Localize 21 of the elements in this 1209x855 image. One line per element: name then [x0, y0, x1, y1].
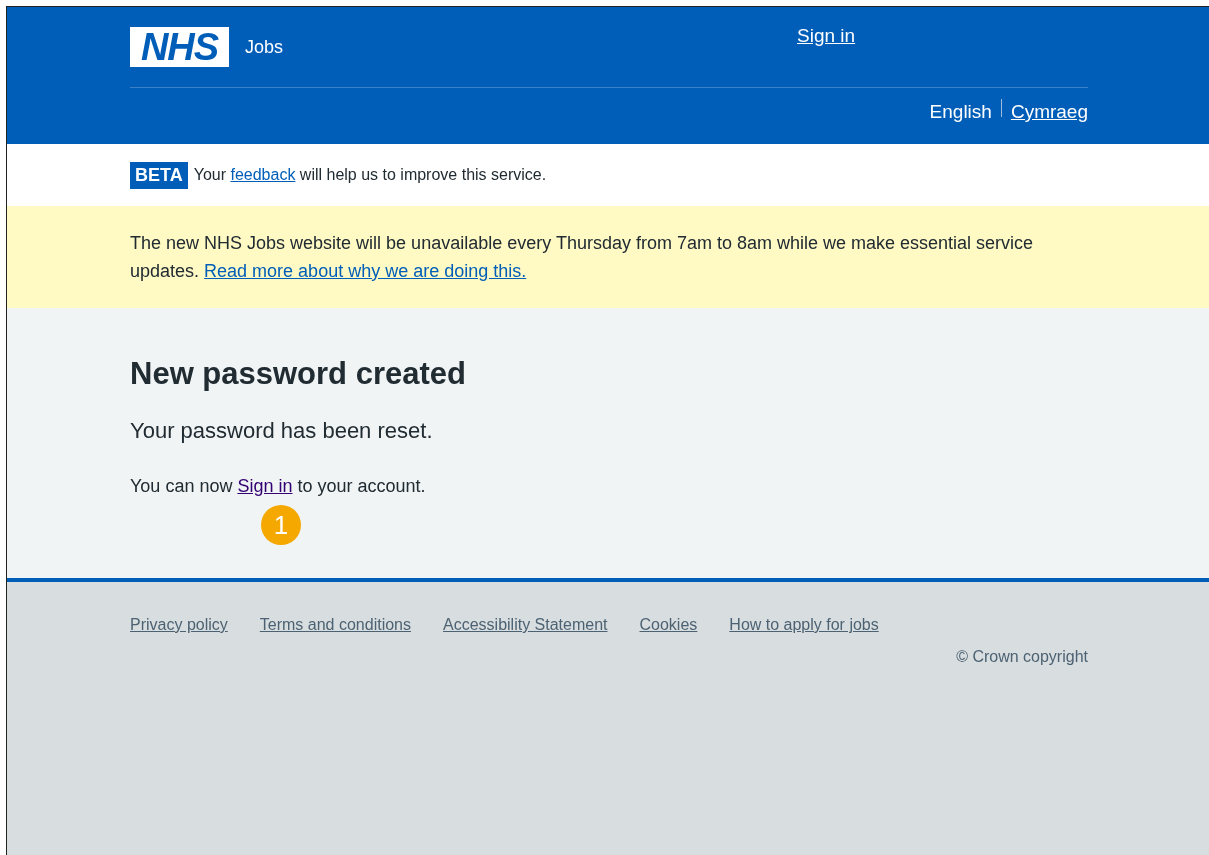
- sign-in-link[interactable]: Sign in: [797, 25, 856, 47]
- read-more-link[interactable]: Read more about why we are doing this.: [204, 261, 527, 281]
- step-marker: 1: [261, 505, 301, 545]
- footer-link[interactable]: Accessibility Statement: [443, 616, 608, 634]
- sign-in-link[interactable]: Sign in: [237, 476, 293, 496]
- footer-link[interactable]: How to apply for jobs: [729, 616, 879, 634]
- nhs-logo[interactable]: NHS: [130, 27, 229, 67]
- footer-link[interactable]: Privacy policy: [130, 616, 228, 634]
- footer-link[interactable]: Cookies: [639, 616, 698, 634]
- language-link[interactable]: English: [929, 101, 992, 123]
- sign-in-message: You can now Sign in to your account.: [130, 476, 427, 497]
- beta-message: Your feedback will help us to improve this service.: [193, 166, 547, 184]
- beta-tag: BETA: [130, 161, 188, 189]
- notice-message: The new NHS Jobs website will be unavailable every Thursday from 7am to 8am while we make essential service updates. Read more about why we are doing this.: [130, 232, 1035, 283]
- feedback-link[interactable]: feedback: [230, 166, 296, 183]
- language-link[interactable]: Cymraeg: [1010, 101, 1088, 123]
- page-heading: New password created: [130, 356, 467, 392]
- lead-text: Your password has been reset.: [130, 418, 434, 444]
- footer-link[interactable]: Terms and conditions: [259, 616, 411, 634]
- copyright-text: © Crown copyright: [956, 648, 1088, 665]
- service-name: Jobs: [245, 36, 284, 58]
